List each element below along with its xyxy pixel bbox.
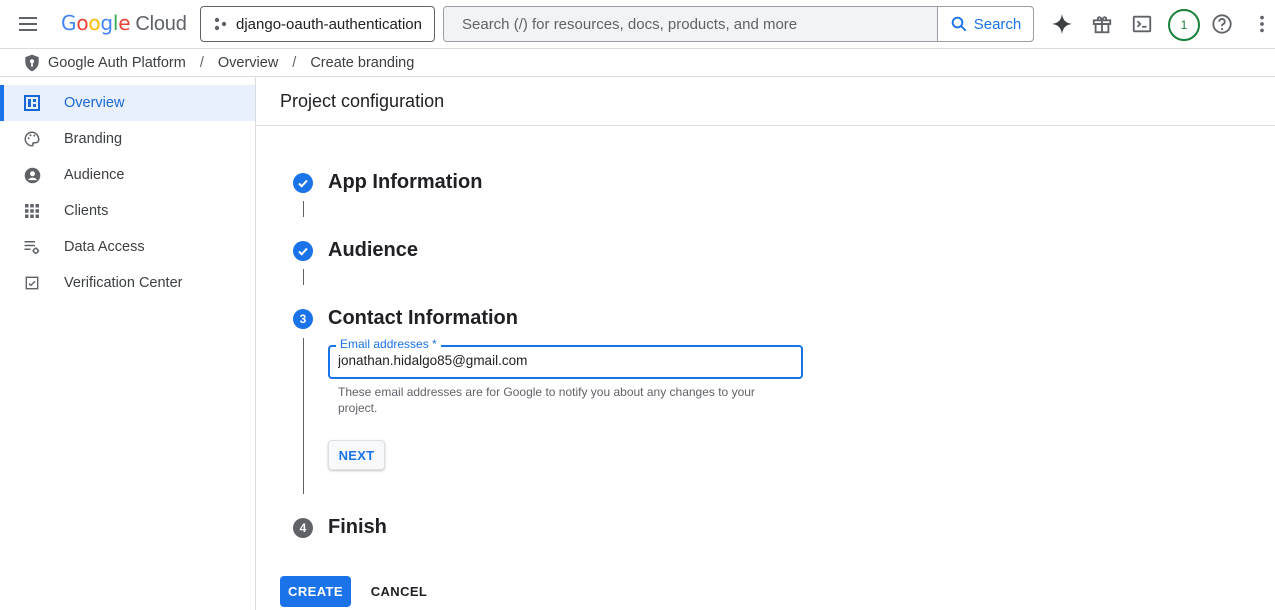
- sidebar-item-label: Data Access: [64, 239, 145, 255]
- top-bar: Google Cloud django-oauth-authentication…: [0, 0, 1275, 48]
- sidebar-item-label: Overview: [64, 95, 125, 111]
- project-hub-icon: [214, 17, 227, 31]
- help-button[interactable]: [1210, 12, 1234, 36]
- breadcrumb-auth-platform[interactable]: Google Auth Platform: [48, 55, 186, 71]
- sidebar-item-label: Clients: [64, 203, 109, 219]
- more-options-button[interactable]: [1250, 12, 1274, 36]
- step-connector: [303, 338, 304, 494]
- gift-button[interactable]: [1090, 12, 1114, 36]
- breadcrumb-separator: /: [199, 54, 204, 71]
- check-icon: [293, 240, 313, 261]
- account-circle-icon: [23, 166, 41, 184]
- breadcrumb-separator: /: [292, 54, 297, 71]
- sidebar-item-overview[interactable]: Overview: [0, 85, 255, 121]
- sidebar-item-data-access[interactable]: Data Access: [0, 229, 255, 265]
- email-field-label: Email addresses *: [336, 337, 441, 351]
- step-title: Contact Information: [328, 307, 518, 329]
- project-picker[interactable]: django-oauth-authentication: [200, 6, 435, 42]
- sidebar-item-verification-center[interactable]: Verification Center: [0, 265, 255, 301]
- project-name: django-oauth-authentication: [236, 15, 422, 33]
- step-contact-information[interactable]: 3 Contact Information: [293, 307, 518, 330]
- gift-icon: [1092, 16, 1112, 34]
- main-menu-button[interactable]: [16, 12, 40, 36]
- terminal-icon: [1132, 15, 1152, 33]
- shield-key-icon: [25, 54, 39, 71]
- verified-check-icon: [23, 274, 41, 292]
- logo-google-text: Google: [61, 11, 131, 35]
- logo-letter: o: [88, 11, 101, 35]
- more-vert-icon: [1260, 15, 1264, 33]
- search-button[interactable]: Search: [937, 7, 1033, 41]
- logo-letter: G: [61, 11, 77, 35]
- gemini-button[interactable]: [1050, 12, 1074, 36]
- sidebar-item-audience[interactable]: Audience: [0, 157, 255, 193]
- sidebar-item-label: Verification Center: [64, 275, 183, 291]
- main-content: Project configuration App Information Au…: [256, 77, 1275, 610]
- search-input[interactable]: [444, 7, 939, 41]
- logo-cloud-text: Cloud: [135, 13, 187, 35]
- next-button[interactable]: NEXT: [328, 440, 385, 470]
- palette-icon: [23, 130, 41, 148]
- help-icon: [1212, 14, 1232, 34]
- cancel-button[interactable]: CANCEL: [364, 576, 434, 607]
- gemini-sparkle-icon: [1051, 13, 1073, 35]
- google-cloud-logo[interactable]: Google Cloud: [61, 11, 187, 37]
- search-bar: Search: [443, 6, 1034, 42]
- cloud-shell-button[interactable]: [1130, 12, 1154, 36]
- step-connector: [303, 269, 304, 285]
- logo-letter: o: [76, 11, 89, 35]
- step-audience[interactable]: Audience: [293, 239, 418, 262]
- breadcrumb-create-branding: Create branding: [310, 54, 415, 71]
- search-button-label: Search: [973, 15, 1022, 33]
- step-app-information[interactable]: App Information: [293, 171, 482, 194]
- step-connector: [303, 201, 304, 217]
- step-finish[interactable]: 4 Finish: [293, 516, 387, 539]
- sidebar-item-label: Branding: [64, 131, 123, 147]
- breadcrumb-overview[interactable]: Overview: [218, 55, 278, 71]
- logo-letter: g: [100, 11, 113, 35]
- search-icon: [951, 16, 967, 32]
- step-title: Audience: [328, 239, 419, 261]
- apps-grid-icon: [23, 202, 41, 220]
- step-title: Finish: [328, 516, 387, 538]
- check-icon: [293, 172, 313, 193]
- email-addresses-field[interactable]: Email addresses *: [328, 337, 803, 379]
- sidebar-item-label: Audience: [64, 167, 125, 183]
- step-title: App Information: [328, 171, 483, 193]
- dashboard-icon: [23, 94, 41, 112]
- sidebar: Overview Branding Audience Clients Data …: [0, 77, 256, 610]
- email-helper-text: These email addresses are for Google to …: [338, 385, 755, 415]
- logo-letter: e: [118, 11, 131, 35]
- sidebar-item-branding[interactable]: Branding: [0, 121, 255, 157]
- hamburger-menu-icon: [19, 17, 37, 31]
- breadcrumb: Google Auth Platform / Overview / Create…: [0, 48, 1275, 77]
- notifications-badge[interactable]: 1: [1168, 9, 1200, 41]
- step-number: 3: [293, 308, 313, 329]
- step-number: 4: [293, 517, 313, 538]
- page-title: Project configuration: [256, 77, 1275, 126]
- create-button[interactable]: CREATE: [280, 576, 351, 607]
- sidebar-item-clients[interactable]: Clients: [0, 193, 255, 229]
- data-settings-icon: [23, 238, 41, 256]
- email-input[interactable]: [338, 353, 793, 368]
